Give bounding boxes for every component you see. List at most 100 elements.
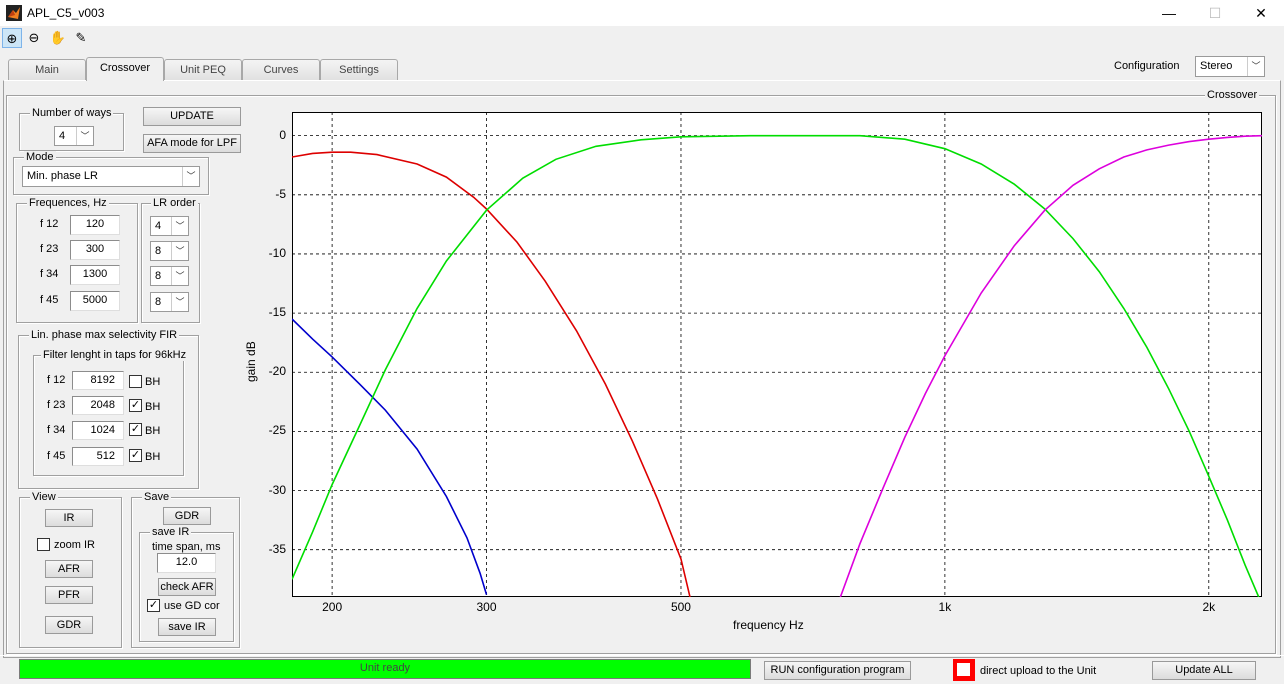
figure-toolbar: ⊕ ⊖ ✋ ✎ xyxy=(0,26,1284,50)
save-ir-label: save IR xyxy=(150,526,192,538)
zoom-out-icon[interactable]: ⊖ xyxy=(24,28,44,48)
fir-f34-input[interactable]: 1024 xyxy=(72,421,124,440)
zoom-ir-checkbox[interactable] xyxy=(37,538,50,551)
bh-label: BH xyxy=(145,451,161,463)
bh-label: BH xyxy=(145,401,161,413)
gdr-view-button[interactable]: GDR xyxy=(45,616,93,634)
fir-f23-input[interactable]: 2048 xyxy=(72,396,124,415)
lr-order-value: 8 xyxy=(155,296,162,308)
f34-label: f 34 xyxy=(40,268,59,280)
mode-select[interactable]: Min. phase LR ﹀ xyxy=(22,166,200,187)
fir-f23-label: f 23 xyxy=(47,399,66,411)
tab-settings[interactable]: Settings xyxy=(320,59,398,80)
gdr-save-button[interactable]: GDR xyxy=(163,507,211,525)
afr-button[interactable]: AFR xyxy=(45,560,93,578)
chevron-down-icon: ﹀ xyxy=(171,217,188,235)
pan-hand-icon[interactable]: ✋ xyxy=(48,28,68,48)
title-bar: APL_C5_v003 — ☐ ✕ xyxy=(0,0,1284,26)
y-tick-label: -15 xyxy=(268,305,286,320)
chevron-down-icon: ﹀ xyxy=(76,127,93,145)
gain-plot[interactable] xyxy=(292,112,1262,597)
x-tick-label: 2k xyxy=(1202,600,1216,614)
mode-value: Min. phase LR xyxy=(27,170,98,182)
run-configuration-button[interactable]: RUN configuration program xyxy=(764,661,911,680)
direct-upload-indicator[interactable] xyxy=(953,659,975,681)
bh-label: BH xyxy=(145,376,161,388)
lr-order-label: LR order xyxy=(151,197,198,209)
zoom-ir-label: zoom IR xyxy=(54,539,95,551)
save-label: Save xyxy=(142,491,172,503)
y-tick-label: 0 xyxy=(279,127,286,142)
lr-order-select-1[interactable]: 4 ﹀ xyxy=(150,216,189,236)
f12-input[interactable]: 120 xyxy=(70,215,120,235)
update-all-button[interactable]: Update ALL xyxy=(1152,661,1256,680)
fir-f12-bh-checkbox[interactable] xyxy=(129,375,142,388)
x-tick-label: 1k xyxy=(938,600,952,614)
ways-label: Number of ways xyxy=(30,107,114,119)
tab-curves[interactable]: Curves xyxy=(242,59,320,80)
tab-unit-peq[interactable]: Unit PEQ xyxy=(164,59,242,80)
x-tick-label: 200 xyxy=(322,600,343,614)
tab-crossover[interactable]: Crossover xyxy=(86,57,164,81)
fir-f12-label: f 12 xyxy=(47,374,66,386)
direct-upload-label: direct upload to the Unit xyxy=(980,665,1097,677)
chevron-down-icon: ﹀ xyxy=(182,167,199,186)
time-span-input[interactable]: 12.0 xyxy=(157,553,216,573)
configuration-select[interactable]: Stereo ﹀ xyxy=(1195,56,1265,77)
mode-label: Mode xyxy=(24,151,56,163)
ways-value: 4 xyxy=(59,130,66,142)
plot-area xyxy=(292,112,1262,597)
afa-mode-button[interactable]: AFA mode for LPF xyxy=(143,134,241,153)
lr-order-value: 4 xyxy=(155,220,162,232)
crossover-group-title: Crossover xyxy=(1205,89,1260,101)
lr-order-select-4[interactable]: 8 ﹀ xyxy=(150,292,189,312)
view-label: View xyxy=(30,491,58,503)
tab-main[interactable]: Main xyxy=(8,59,86,80)
x-axis-label: frequency Hz xyxy=(733,618,804,632)
close-button[interactable]: ✕ xyxy=(1238,0,1284,26)
y-tick-label: -10 xyxy=(268,245,286,260)
f45-label: f 45 xyxy=(40,294,59,306)
lr-order-select-3[interactable]: 8 ﹀ xyxy=(150,266,189,286)
ir-button[interactable]: IR xyxy=(45,509,93,527)
bh-label: BH xyxy=(145,425,161,437)
frequencies-label: Frequences, Hz xyxy=(27,197,109,209)
pfr-button[interactable]: PFR xyxy=(45,586,93,604)
configuration-label: Configuration xyxy=(1114,60,1180,72)
fir-f45-input[interactable]: 512 xyxy=(72,447,124,466)
x-tick-label: 500 xyxy=(670,600,691,614)
time-span-label: time span, ms xyxy=(152,541,221,553)
direct-upload-checkbox[interactable] xyxy=(957,663,970,676)
check-afr-button[interactable]: check AFR xyxy=(158,578,216,596)
update-button[interactable]: UPDATE xyxy=(143,107,241,126)
window-title: APL_C5_v003 xyxy=(27,6,105,20)
chevron-down-icon: ﹀ xyxy=(171,293,188,311)
fir-f23-bh-checkbox[interactable]: ✓ xyxy=(129,399,142,412)
f34-input[interactable]: 1300 xyxy=(70,265,120,285)
configuration-value: Stereo xyxy=(1200,60,1233,72)
maximize-button[interactable]: ☐ xyxy=(1192,0,1238,26)
status-indicator: Unit ready xyxy=(19,659,751,679)
fir-f34-bh-checkbox[interactable]: ✓ xyxy=(129,423,142,436)
f45-input[interactable]: 5000 xyxy=(70,291,120,311)
minimize-button[interactable]: — xyxy=(1146,0,1192,26)
f23-input[interactable]: 300 xyxy=(70,240,120,260)
use-gd-cor-label: use GD cor xyxy=(164,600,220,612)
ways-select[interactable]: 4 ﹀ xyxy=(54,126,94,146)
f12-label: f 12 xyxy=(40,218,59,230)
use-gd-cor-checkbox[interactable]: ✓ xyxy=(147,599,160,612)
fir-f45-bh-checkbox[interactable]: ✓ xyxy=(129,449,142,462)
fir-taps-label: Filter lenght in taps for 96kHz xyxy=(41,349,189,361)
save-ir-button[interactable]: save IR xyxy=(158,618,216,636)
y-tick-label: -5 xyxy=(275,186,286,201)
lr-order-select-2[interactable]: 8 ﹀ xyxy=(150,241,189,261)
fir-f34-label: f 34 xyxy=(47,424,66,436)
y-axis-label: gain dB xyxy=(244,341,258,382)
chevron-down-icon: ﹀ xyxy=(171,267,188,285)
y-tick-label: -20 xyxy=(268,364,286,379)
data-cursor-icon[interactable]: ✎ xyxy=(71,28,91,48)
fir-f12-input[interactable]: 8192 xyxy=(72,371,124,390)
zoom-in-icon[interactable]: ⊕ xyxy=(2,28,22,48)
y-tick-label: -25 xyxy=(268,423,286,438)
fir-label: Lin. phase max selectivity FIR xyxy=(29,329,180,341)
